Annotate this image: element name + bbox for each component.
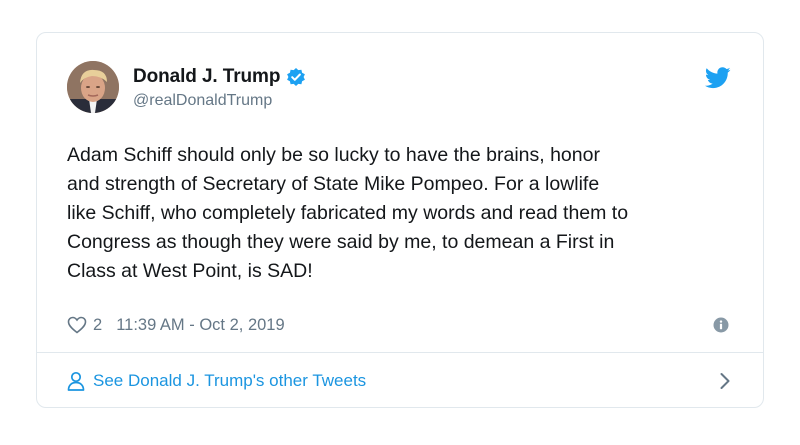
embedded-tweet-card: Donald J. Trump @realDonaldTrump Adam Sc… bbox=[36, 32, 764, 408]
tweet-header: Donald J. Trump @realDonaldTrump bbox=[67, 61, 733, 121]
other-tweets-label[interactable]: See Donald J. Trump's other Tweets bbox=[93, 371, 366, 391]
twitter-bird-icon[interactable] bbox=[704, 67, 731, 89]
tweet-meta-row: 2 11:39 AM - Oct 2, 2019 bbox=[67, 313, 733, 337]
chevron-right-icon[interactable] bbox=[719, 371, 731, 391]
heart-icon[interactable] bbox=[67, 316, 87, 334]
like-count[interactable]: 2 bbox=[93, 316, 102, 335]
user-handle[interactable]: @realDonaldTrump bbox=[133, 92, 306, 110]
tweet-timestamp[interactable]: 11:39 AM - Oct 2, 2019 bbox=[116, 316, 284, 335]
display-name[interactable]: Donald J. Trump bbox=[133, 66, 280, 88]
info-icon[interactable] bbox=[713, 317, 729, 333]
avatar[interactable] bbox=[67, 61, 119, 113]
other-tweets-link[interactable]: See Donald J. Trump's other Tweets bbox=[67, 353, 733, 407]
verified-badge-icon bbox=[286, 67, 306, 87]
person-icon bbox=[67, 371, 85, 391]
author-names: Donald J. Trump @realDonaldTrump bbox=[133, 65, 306, 110]
display-name-row: Donald J. Trump bbox=[133, 65, 306, 89]
tweet-text: Adam Schiff should only be so lucky to h… bbox=[67, 144, 629, 282]
